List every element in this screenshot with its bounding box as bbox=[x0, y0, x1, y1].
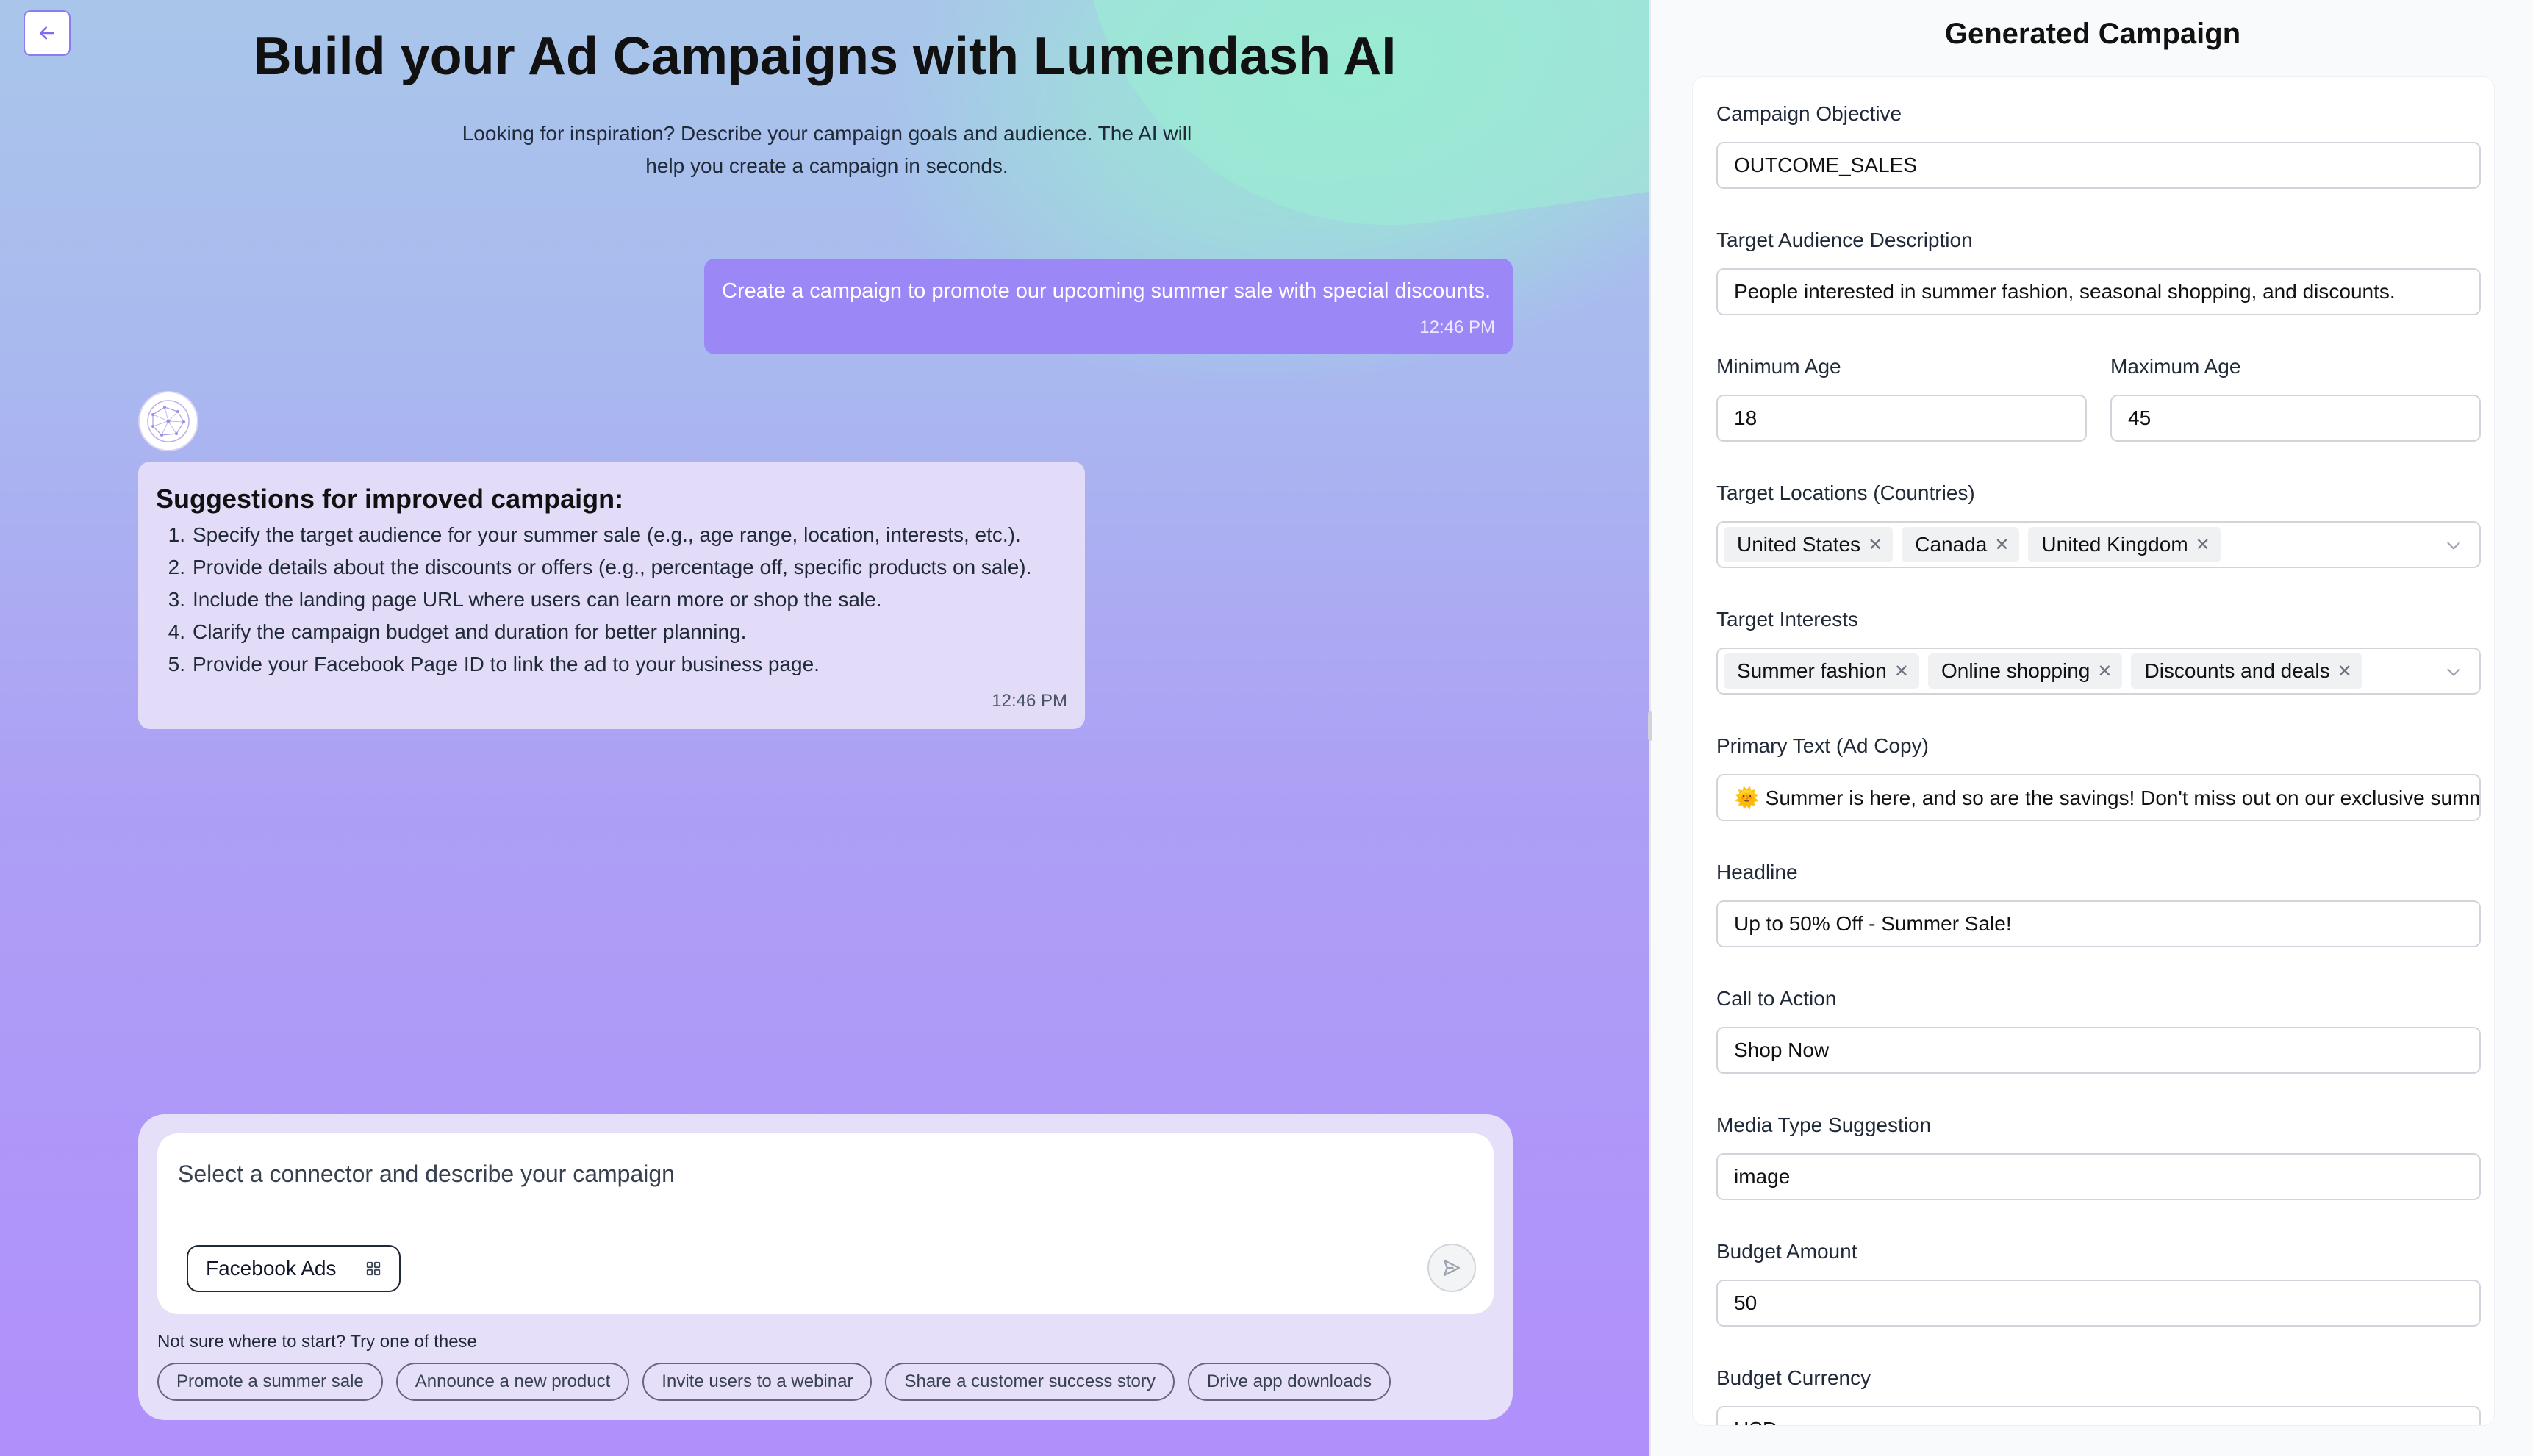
suggestions-hint: Not sure where to start? Try one of thes… bbox=[157, 1332, 477, 1352]
media-type-input[interactable]: image bbox=[1716, 1153, 2481, 1200]
suggestion-chip-summer-sale[interactable]: Promote a summer sale bbox=[157, 1363, 383, 1401]
interest-tag: Online shopping ✕ bbox=[1927, 653, 2123, 689]
interest-tag: Discounts and deals ✕ bbox=[2131, 653, 2362, 689]
cta-input[interactable]: Shop Now bbox=[1716, 1027, 2481, 1074]
location-tag: Canada ✕ bbox=[1902, 527, 2020, 562]
location-tag: United Kingdom ✕ bbox=[2028, 527, 2221, 562]
remove-tag-icon[interactable]: ✕ bbox=[2097, 661, 2112, 682]
primary-text-field: Primary Text (Ad Copy) 🌞 Summer is here,… bbox=[1716, 734, 2481, 821]
budget-amount-field: Budget Amount 50 bbox=[1716, 1240, 2481, 1327]
page-subtitle: Looking for inspiration? Describe your c… bbox=[462, 122, 1192, 177]
user-message-text: Create a campaign to promote our upcomin… bbox=[722, 279, 1491, 303]
list-item: 5. Provide your Facebook Page ID to link … bbox=[168, 653, 820, 675]
page-title: Build your Ad Campaigns with Lumendash A… bbox=[253, 27, 1397, 86]
objective-input[interactable]: OUTCOME_SALES bbox=[1716, 142, 2481, 189]
primary-text-input[interactable]: 🌞 Summer is here, and so are the savings… bbox=[1716, 774, 2481, 821]
suggestion-chip-webinar[interactable]: Invite users to a webinar bbox=[642, 1363, 873, 1401]
remove-tag-icon[interactable]: ✕ bbox=[1894, 661, 1909, 682]
suggestion-chip-app-downloads[interactable]: Drive app downloads bbox=[1187, 1363, 1391, 1401]
list-item: 4. Clarify the campaign budget and durati… bbox=[168, 620, 747, 643]
min-age-field: Minimum Age 18 bbox=[1716, 355, 2087, 442]
suggestion-chips: Promote a summer sale Announce a new pro… bbox=[157, 1363, 1391, 1401]
max-age-field: Maximum Age 45 bbox=[2110, 355, 2481, 442]
interest-tag: Summer fashion ✕ bbox=[1724, 653, 1919, 689]
ai-message: Suggestions for improved campaign: 1. Spe… bbox=[138, 462, 1085, 729]
cta-field: Call to Action Shop Now bbox=[1716, 987, 2481, 1074]
connector-select-button[interactable]: Facebook Ads bbox=[187, 1245, 401, 1292]
composer: Facebook Ads Not sure where to start? Tr… bbox=[138, 1114, 1513, 1420]
objective-field: Campaign Objective OUTCOME_SALES bbox=[1716, 102, 2481, 189]
list-item: 2. Provide details about the discounts or… bbox=[168, 556, 1032, 578]
composer-box: Facebook Ads bbox=[157, 1133, 1494, 1314]
campaign-form: Campaign Objective OUTCOME_SALES Target … bbox=[1692, 76, 2495, 1426]
suggestion-chip-success-story[interactable]: Share a customer success story bbox=[885, 1363, 1175, 1401]
resize-handle[interactable] bbox=[1648, 711, 1652, 741]
campaign-panel-title: Generated Campaign bbox=[1944, 18, 2241, 50]
media-type-field: Media Type Suggestion image bbox=[1716, 1113, 2481, 1200]
chat-pane: Build your Ad Campaigns with Lumendash A… bbox=[0, 0, 1649, 1456]
audience-input[interactable]: People interested in summer fashion, sea… bbox=[1716, 268, 2481, 315]
send-button[interactable] bbox=[1427, 1244, 1476, 1292]
chevron-down-icon[interactable] bbox=[2444, 662, 2463, 681]
budget-currency-field: Budget Currency USD bbox=[1716, 1366, 2481, 1425]
connector-label: Facebook Ads bbox=[206, 1257, 337, 1280]
ai-avatar bbox=[138, 391, 198, 451]
remove-tag-icon[interactable]: ✕ bbox=[1994, 534, 2009, 556]
audience-field: Target Audience Description People inter… bbox=[1716, 229, 2481, 315]
interests-field: Target Interests Summer fashion ✕ Online … bbox=[1716, 608, 2481, 695]
ai-message-heading: Suggestions for improved campaign: bbox=[156, 484, 624, 514]
headline-field: Headline Up to 50% Off - Summer Sale! bbox=[1716, 861, 2481, 947]
campaign-pane: Generated Campaign Campaign Objective OU… bbox=[1648, 0, 2533, 1456]
list-item: 3. Include the landing page URL where use… bbox=[168, 588, 882, 611]
min-age-input[interactable]: 18 bbox=[1716, 395, 2087, 442]
suggestion-list: 1. Specify the target audience for your s… bbox=[156, 519, 1067, 681]
grid-icon bbox=[367, 1261, 381, 1276]
network-globe-icon bbox=[147, 400, 190, 442]
budget-currency-input[interactable]: USD bbox=[1716, 1406, 2481, 1425]
send-icon bbox=[1443, 1259, 1461, 1277]
remove-tag-icon[interactable]: ✕ bbox=[2196, 534, 2210, 556]
ai-message-time: 12:46 PM bbox=[992, 691, 1067, 711]
locations-multiselect[interactable]: United States ✕ Canada ✕ United Kingdom ✕ bbox=[1716, 521, 2481, 568]
user-message: Create a campaign to promote our upcomin… bbox=[704, 259, 1513, 354]
locations-field: Target Locations (Countries) United Stat… bbox=[1716, 481, 2481, 568]
max-age-input[interactable]: 45 bbox=[2110, 395, 2481, 442]
user-message-time: 12:46 PM bbox=[1419, 318, 1495, 337]
list-item: 1. Specify the target audience for your s… bbox=[168, 523, 1021, 546]
campaign-prompt-input[interactable] bbox=[178, 1155, 1427, 1192]
location-tag: United States ✕ bbox=[1724, 527, 1894, 562]
budget-amount-input[interactable]: 50 bbox=[1716, 1280, 2481, 1327]
suggestion-chip-new-product[interactable]: Announce a new product bbox=[395, 1363, 630, 1401]
headline-input[interactable]: Up to 50% Off - Summer Sale! bbox=[1716, 900, 2481, 947]
chevron-down-icon[interactable] bbox=[2444, 536, 2463, 555]
interests-multiselect[interactable]: Summer fashion ✕ Online shopping ✕ Discoun… bbox=[1716, 648, 2481, 695]
remove-tag-icon[interactable]: ✕ bbox=[2337, 661, 2352, 682]
remove-tag-icon[interactable]: ✕ bbox=[1868, 534, 1882, 556]
